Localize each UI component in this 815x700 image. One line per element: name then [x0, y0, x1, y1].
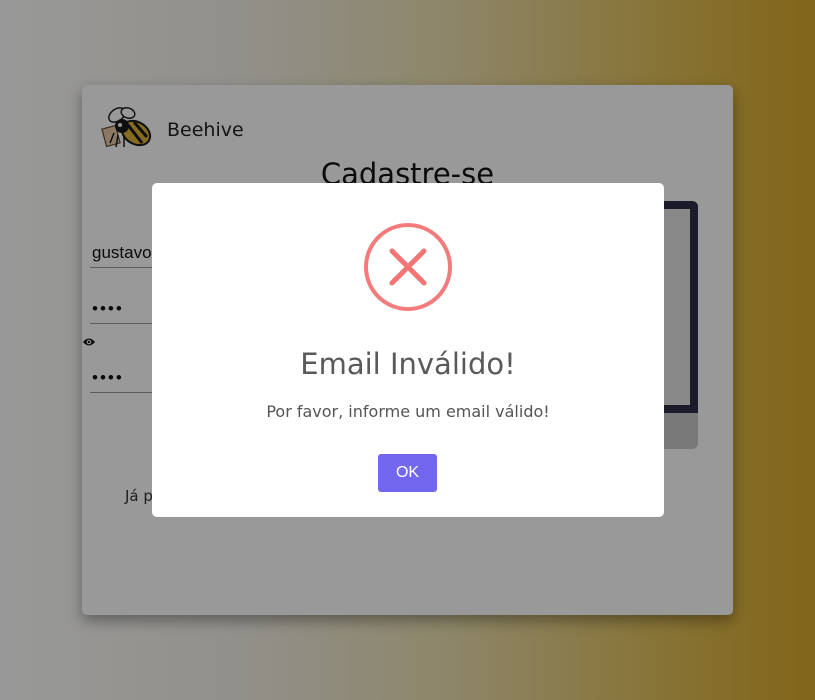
dialog-title: Email Inválido! [300, 347, 516, 381]
dialog-message: Por favor, informe um email válido! [266, 402, 550, 421]
ok-button[interactable]: OK [378, 454, 437, 492]
error-x-icon [364, 223, 452, 311]
error-dialog: Email Inválido! Por favor, informe um em… [152, 183, 664, 517]
